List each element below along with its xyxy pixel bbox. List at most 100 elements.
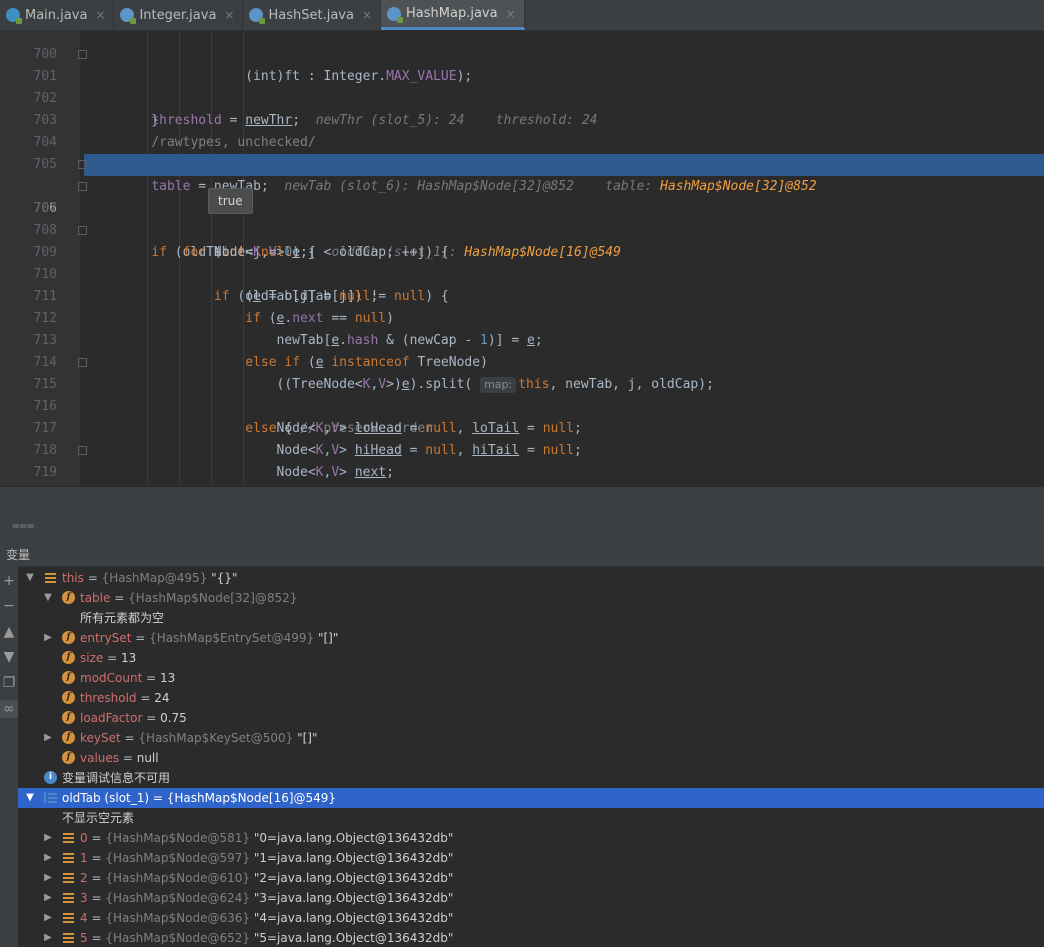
tree-row-size[interactable]: f size = 13: [18, 648, 1044, 668]
var-type: {HashMap$Node@624}: [105, 891, 251, 905]
var-name: this: [62, 571, 84, 585]
expand-arrow-icon[interactable]: ▶: [42, 908, 54, 928]
var-value: null: [136, 751, 159, 765]
var-type: {HashMap$EntrySet@499}: [149, 631, 315, 645]
tree-row-table[interactable]: ▼ f table = {HashMap$Node[32]@852}: [18, 588, 1044, 608]
var-name: oldTab (slot_1): [62, 791, 150, 805]
code-line: 720 next = e.next;: [0, 462, 1044, 484]
tree-row-note: 所有元素都为空: [18, 608, 1044, 628]
code-line: 716 Node<K,V> loHead = null, loTail = nu…: [33, 399, 582, 436]
expand-arrow-icon[interactable]: ▶: [42, 928, 54, 947]
expand-arrow-icon[interactable]: ▼: [24, 788, 36, 808]
var-value: "1=java.lang.Object@136432db": [253, 851, 454, 865]
tree-row-loadfactor[interactable]: f loadFactor = 0.75: [18, 708, 1044, 728]
tree-row-values[interactable]: f values = null: [18, 748, 1044, 768]
tree-row-modcount[interactable]: f modCount = 13: [18, 668, 1044, 688]
code-line: 718 Node<K,V> next;: [33, 443, 394, 480]
tree-row-element[interactable]: ▶ 1 = {HashMap$Node@597} "1=java.lang.Ob…: [18, 848, 1044, 868]
expand-arrow-icon[interactable]: ▼: [42, 588, 54, 608]
remove-icon[interactable]: −: [0, 597, 18, 615]
tree-row-element[interactable]: ▶ 4 = {HashMap$Node@636} "4=java.lang.Ob…: [18, 908, 1044, 928]
var-type: {HashMap$KeySet@500}: [138, 731, 294, 745]
expand-arrow-icon[interactable]: ▶: [42, 628, 54, 648]
close-icon[interactable]: ×: [362, 8, 372, 22]
tree-row-element[interactable]: ▶ 2 = {HashMap$Node@610} "2=java.lang.Ob…: [18, 868, 1044, 888]
down-icon[interactable]: ▼: [0, 648, 18, 666]
var-value: "[]": [297, 731, 318, 745]
debugger-toolbar: ⩶: [0, 512, 1044, 540]
fold-marker[interactable]: [78, 160, 87, 169]
empty-elements-note: 所有元素都为空: [80, 611, 165, 625]
var-value: "0=java.lang.Object@136432db": [253, 831, 454, 845]
tab-hashset-java[interactable]: HashSet.java ×: [243, 0, 382, 30]
field-icon: f: [62, 631, 75, 644]
code-line: 700 (int)ft : Integer.MAX_VALUE);: [33, 47, 473, 84]
final-field-icon: f: [62, 711, 75, 724]
tree-row-element[interactable]: ▶ 5 = {HashMap$Node@652} "5=java.lang.Ob…: [18, 928, 1044, 947]
close-icon[interactable]: ×: [95, 8, 105, 22]
java-class-icon: [387, 6, 404, 23]
copy-icon[interactable]: ❐: [0, 674, 18, 692]
tab-main-java[interactable]: Main.java ×: [0, 0, 115, 30]
fold-marker[interactable]: [78, 358, 87, 367]
object-icon: [44, 571, 57, 584]
fold-marker[interactable]: [78, 182, 87, 191]
fold-marker[interactable]: [78, 226, 87, 235]
hide-empty-note: 不显示空元素: [62, 811, 135, 825]
code-line: 702 threshold = newThr; newThr (slot_5):…: [33, 91, 598, 128]
var-name: values: [80, 751, 120, 765]
code-line: 711 if (e.next == null): [33, 289, 394, 326]
variables-header: 变量: [0, 540, 1044, 567]
tree-row-entryset[interactable]: ▶ f entrySet = {HashMap$EntrySet@499} "[…: [18, 628, 1044, 648]
filter-icon[interactable]: ⩶: [12, 518, 34, 533]
code-editor[interactable]: 700 (int)ft : Integer.MAX_VALUE); 701 } …: [0, 31, 1044, 486]
expand-arrow-icon[interactable]: ▶: [42, 728, 54, 748]
code-line: 713 else if (e instanceof TreeNode): [33, 333, 488, 370]
variables-tree[interactable]: ▼ this = {HashMap@495} "{}" ▼ f table = …: [18, 567, 1044, 947]
tab-hashmap-java[interactable]: HashMap.java ×: [381, 0, 525, 30]
watch-icon[interactable]: ∞: [0, 700, 18, 718]
expand-arrow-icon[interactable]: ▶: [42, 828, 54, 848]
field-icon: f: [62, 591, 75, 604]
expand-arrow-icon[interactable]: ▶: [42, 848, 54, 868]
var-type: {HashMap$Node@636}: [105, 911, 251, 925]
editor-tab-bar: Main.java × Integer.java × HashSet.java …: [0, 0, 1044, 31]
code-line: 701 }: [0, 44, 1044, 128]
tree-row-this[interactable]: ▼ this = {HashMap@495} "{}": [18, 568, 1044, 588]
tree-row-element[interactable]: ▶ 3 = {HashMap$Node@624} "3=java.lang.Ob…: [18, 888, 1044, 908]
code-line: 715 else { // preserve order: [0, 352, 1044, 436]
field-icon: f: [62, 671, 75, 684]
close-icon[interactable]: ×: [224, 8, 234, 22]
var-type: {HashMap$Node@652}: [105, 931, 251, 945]
fold-marker[interactable]: [78, 50, 87, 59]
close-icon[interactable]: ×: [506, 7, 516, 21]
tree-row-keyset[interactable]: ▶ f keySet = {HashMap$KeySet@500} "[]": [18, 728, 1044, 748]
field-icon: f: [62, 691, 75, 704]
tab-integer-java[interactable]: Integer.java ×: [114, 0, 244, 30]
var-type: {HashMap$Node[16]@549}: [166, 791, 337, 805]
up-icon[interactable]: ▲: [0, 623, 18, 641]
object-icon: [62, 851, 75, 864]
debug-info-unavailable: 变量调试信息不可用: [62, 771, 171, 785]
tree-row-element[interactable]: ▶ 0 = {HashMap$Node@581} "0=java.lang.Ob…: [18, 828, 1044, 848]
panel-splitter[interactable]: [0, 486, 1044, 513]
tree-row-threshold[interactable]: f threshold = 24: [18, 688, 1044, 708]
var-name: 1: [80, 851, 88, 865]
tree-row-oldtab[interactable]: ▼ oldTab (slot_1) = {HashMap$Node[16]@54…: [18, 788, 1044, 808]
object-icon: [62, 871, 75, 884]
expand-arrow-icon[interactable]: ▶: [42, 868, 54, 888]
code-line: 704 Node<K,V>[] newTab = (Node<K,V>[])ne…: [33, 135, 1021, 172]
expand-arrow-icon[interactable]: ▼: [24, 568, 36, 588]
tab-label: HashSet.java: [268, 7, 354, 23]
var-value: "3=java.lang.Object@136432db": [253, 891, 454, 905]
add-icon[interactable]: +: [0, 572, 18, 590]
field-icon: f: [62, 651, 75, 664]
object-icon: [62, 891, 75, 904]
code-line: 712 newTab[e.hash & (newCap - 1)] = e;: [33, 311, 543, 348]
array-icon: [44, 791, 57, 804]
object-icon: [62, 931, 75, 944]
var-value: 24: [154, 691, 170, 705]
fold-marker[interactable]: [78, 446, 87, 455]
expand-arrow-icon[interactable]: ▶: [42, 888, 54, 908]
code-line: 709 if ((e = oldTab[j]) != null) {: [0, 220, 1044, 304]
